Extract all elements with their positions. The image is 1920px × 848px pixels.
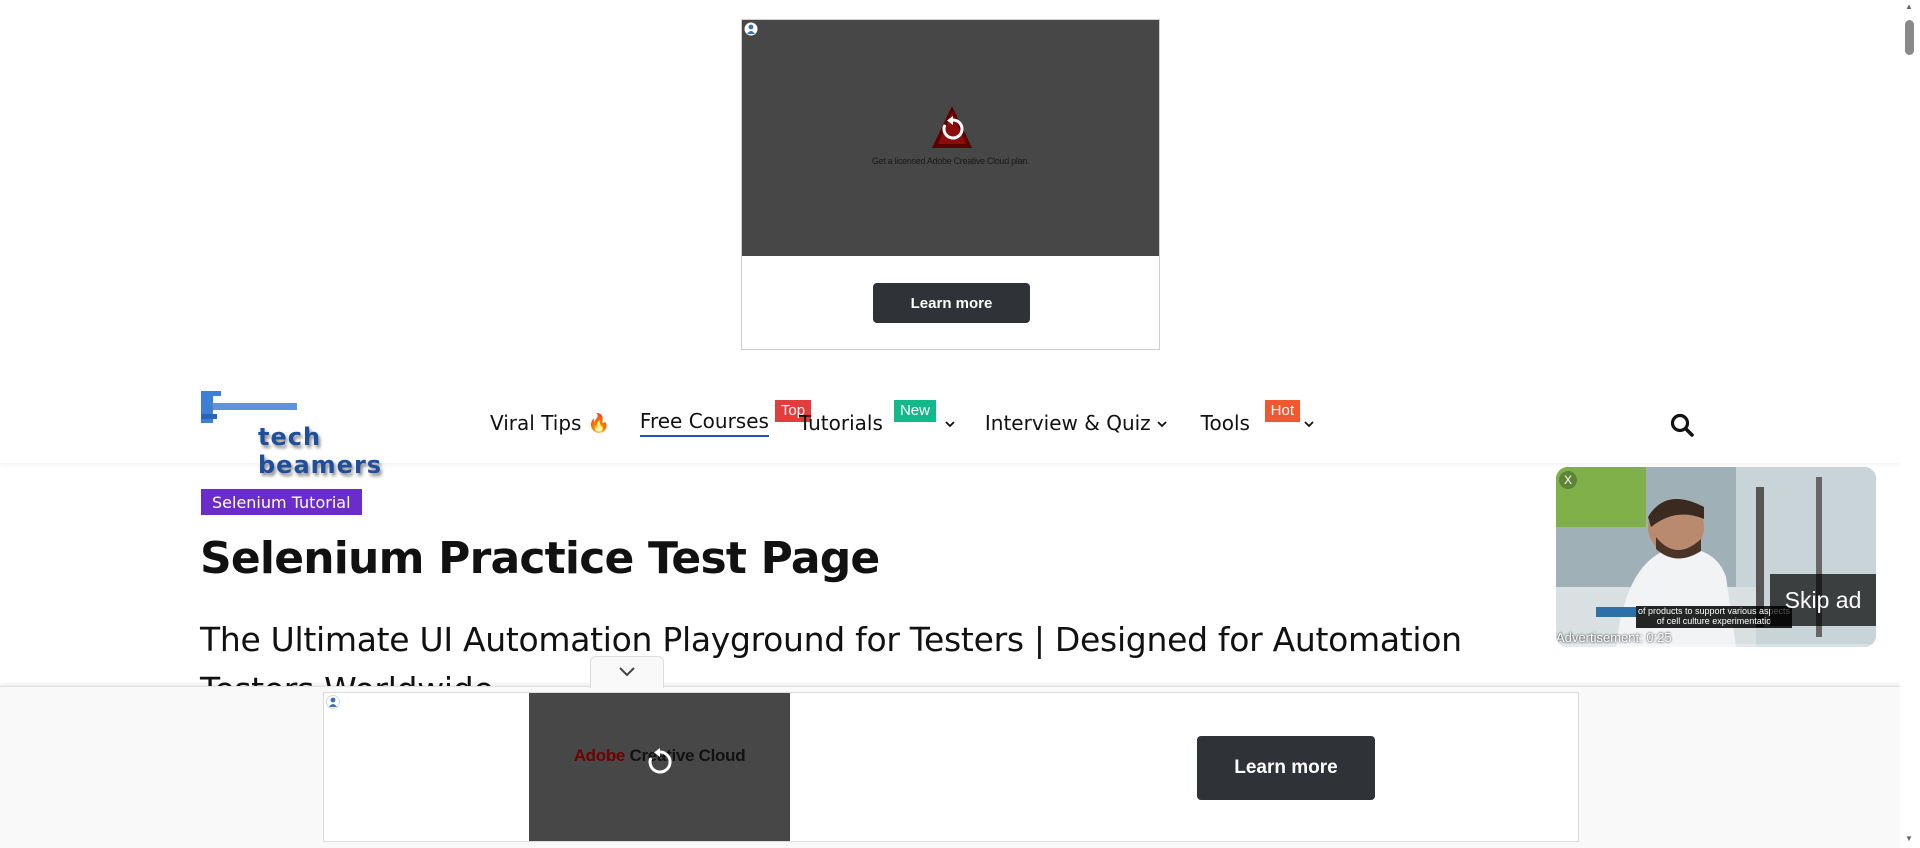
chevron-down-icon [618,664,636,682]
bottom-display-ad[interactable]: Adobe Creative Cloud Learn more [323,692,1579,842]
chevron-down-icon [1157,417,1167,431]
nav-label: Free Courses [639,409,769,437]
nav-label: Tools [1200,411,1250,435]
scrollbar-thumb[interactable] [1905,20,1914,55]
adchoices-icon[interactable] [326,695,340,709]
scroll-up-icon[interactable]: ▲ [1905,2,1913,11]
category-tag[interactable]: Selenium Tutorial [201,489,362,515]
scroll-down-icon[interactable]: ▼ [1905,834,1913,843]
ad-tagline: Get a licensed Adobe Creative Cloud plan… [871,156,1030,166]
badge-hot: Hot [1264,400,1301,422]
nav-tutorials[interactable]: Tutorials New [798,400,955,440]
logo-text: tech beamers [258,423,383,479]
chevron-down-icon [945,417,955,431]
page-title: Selenium Practice Test Page [200,533,880,584]
learn-more-button[interactable]: Learn more [873,283,1030,323]
ad-media[interactable]: Adobe Creative Cloud [529,693,790,841]
site-header: tech beamers Viral Tips 🔥 Free Courses T… [0,373,1900,479]
nav-viral-tips[interactable]: Viral Tips 🔥 [490,406,610,440]
fire-icon: 🔥 [587,412,610,434]
ad-timer: Advertisement: 0:25 [1556,630,1672,645]
page-scrollbar[interactable]: ▲ ▼ [1900,0,1920,847]
badge-new: New [893,400,936,422]
search-icon[interactable] [1669,412,1695,438]
floating-video-ad[interactable]: X of products to support various aspects… [1556,467,1876,647]
nav-label: Interview & Quiz [984,411,1151,435]
video-caption: of products to support various aspects o… [1636,606,1792,628]
collapse-ad-button[interactable] [590,656,664,688]
main-nav: Viral Tips 🔥 Free Courses Top Tutorials … [490,400,1314,440]
replay-icon[interactable] [940,116,966,147]
replay-icon[interactable] [646,748,674,781]
skip-ad-button[interactable]: Skip ad [1770,574,1876,626]
chevron-down-icon [1304,417,1314,431]
nav-free-courses[interactable]: Free Courses Top [639,400,812,440]
learn-more-button[interactable]: Learn more [1197,736,1375,800]
adchoices-icon[interactable] [744,22,758,36]
site-logo[interactable]: tech beamers [200,389,440,479]
nav-label: Tutorials [798,411,883,435]
nav-tools[interactable]: Tools Hot [1200,400,1314,440]
top-display-ad[interactable]: Get a licensed Adobe Creative Cloud plan… [741,19,1160,350]
ad-media[interactable]: Get a licensed Adobe Creative Cloud plan… [742,20,1159,256]
nav-label: Viral Tips [490,411,582,435]
nav-interview-quiz[interactable]: Interview & Quiz [985,406,1167,440]
close-ad-button[interactable]: X [1559,471,1577,489]
video-progress-bar [1556,644,1876,647]
